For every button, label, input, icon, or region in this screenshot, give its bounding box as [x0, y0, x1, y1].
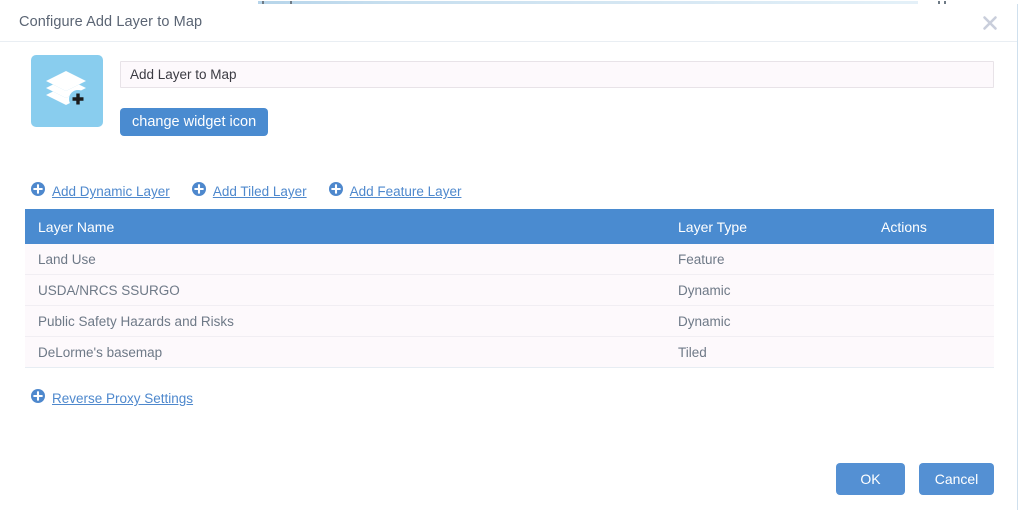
layers-table-body: Land Use Feature USDA/NRCS SSURGO Dynami… — [25, 244, 994, 368]
add-tiled-layer-label: Add Tiled Layer — [212, 184, 307, 199]
add-feature-layer-label: Add Feature Layer — [349, 184, 462, 199]
cell-layer-type: Tiled — [678, 336, 881, 368]
reverse-proxy-settings-row: Reverse Proxy Settings — [31, 389, 193, 408]
table-row[interactable]: DeLorme's basemap Tiled — [25, 336, 994, 368]
plus-circle-icon — [31, 182, 45, 201]
table-row[interactable]: USDA/NRCS SSURGO Dynamic — [25, 274, 994, 306]
cell-actions[interactable] — [881, 305, 994, 337]
layers-table-head: Layer Name Layer Type Actions — [25, 209, 994, 244]
reverse-proxy-settings-link[interactable]: Reverse Proxy Settings — [31, 389, 193, 408]
cell-actions[interactable] — [881, 274, 994, 306]
close-icon[interactable] — [979, 12, 1001, 34]
widget-identity-section: change widget icon — [0, 55, 1017, 147]
layers-plus-icon[interactable] — [31, 55, 103, 127]
add-dynamic-layer-label: Add Dynamic Layer — [52, 184, 170, 199]
configure-widget-dialog: Configure Add Layer to Map change widget… — [0, 4, 1018, 510]
cell-actions[interactable] — [881, 244, 994, 275]
table-header-row: Layer Name Layer Type Actions — [25, 209, 994, 244]
change-widget-icon-button[interactable]: change widget icon — [120, 108, 269, 136]
plus-circle-icon — [328, 182, 343, 201]
table-row[interactable]: Public Safety Hazards and Risks Dynamic — [25, 305, 994, 337]
cell-layer-name: USDA/NRCS SSURGO — [25, 274, 678, 306]
reverse-proxy-settings-label: Reverse Proxy Settings — [52, 391, 194, 406]
dialog-title: Configure Add Layer to Map — [19, 14, 203, 30]
add-dynamic-layer-link[interactable]: Add Dynamic Layer — [31, 182, 170, 201]
column-header-layer-name[interactable]: Layer Name — [25, 209, 678, 244]
cell-actions[interactable] — [881, 336, 994, 368]
table-row[interactable]: Land Use Feature — [25, 244, 994, 275]
plus-circle-icon — [191, 182, 206, 201]
column-header-layer-type[interactable]: Layer Type — [678, 209, 881, 244]
cell-layer-type: Feature — [678, 244, 881, 275]
add-feature-layer-link[interactable]: Add Feature Layer — [328, 182, 462, 201]
dialog-titlebar: Configure Add Layer to Map — [0, 4, 1017, 42]
add-tiled-layer-link[interactable]: Add Tiled Layer — [191, 182, 307, 201]
plus-circle-icon — [31, 389, 45, 408]
cell-layer-type: Dynamic — [678, 305, 881, 337]
layers-table: Layer Name Layer Type Actions Land Use F… — [25, 209, 994, 368]
cell-layer-type: Dynamic — [678, 274, 881, 306]
cell-layer-name: Land Use — [25, 244, 678, 275]
add-layer-links: Add Dynamic Layer Add Tiled Layer Add Fe… — [31, 182, 461, 201]
cell-layer-name: Public Safety Hazards and Risks — [25, 305, 678, 337]
ok-button[interactable]: OK — [836, 463, 905, 495]
cancel-button[interactable]: Cancel — [919, 463, 994, 495]
widget-name-input[interactable] — [120, 61, 994, 88]
cell-layer-name: DeLorme's basemap — [25, 336, 678, 368]
column-header-actions[interactable]: Actions — [881, 209, 994, 244]
